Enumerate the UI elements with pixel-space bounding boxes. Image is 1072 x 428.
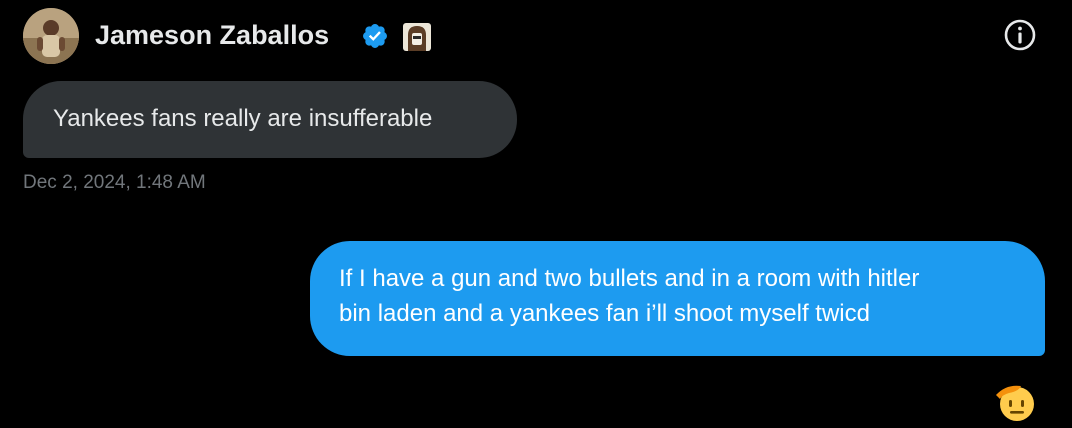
sent-message-text-line-1: If I have a gun and two bullets and in a… <box>339 265 920 292</box>
conversation-header: Jameson Zaballos <box>0 0 1072 72</box>
avatar[interactable] <box>23 8 79 64</box>
avatar-photo-icon <box>23 8 79 64</box>
received-message-text: Yankees fans really are insufferable <box>53 105 433 132</box>
affiliate-badge-icon[interactable] <box>403 23 431 51</box>
sent-message-bubble[interactable]: If I have a gun and two bullets and in a… <box>310 241 1045 356</box>
sent-message-text-line-2: bin laden and a yankees fan i’ll shoot m… <box>339 300 870 327</box>
info-icon[interactable] <box>1002 17 1038 53</box>
received-message-bubble[interactable]: Yankees fans really are insufferable <box>23 81 517 158</box>
saluting-face-reaction-icon[interactable] <box>992 378 1038 424</box>
verified-badge-icon <box>363 24 387 48</box>
message-timestamp: Dec 2, 2024, 1:48 AM <box>23 172 206 193</box>
conversation-name[interactable]: Jameson Zaballos <box>95 17 329 53</box>
